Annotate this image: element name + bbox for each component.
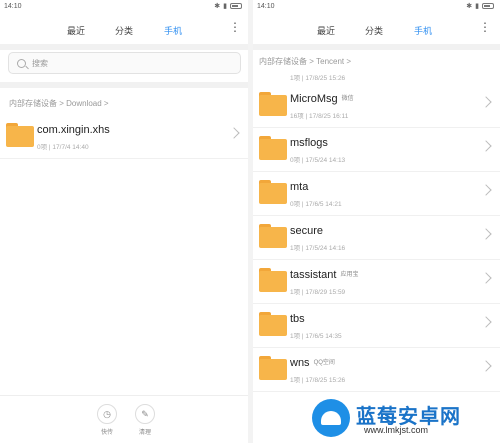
more-menu-icon[interactable]: ⋮ (479, 21, 491, 33)
folder-icon (259, 356, 287, 380)
left-screen: 14:10 ✱ ▮ 最近 分类 手机 ⋮ 搜索 内部存储设备 > Downloa… (0, 0, 248, 443)
tab-phone[interactable]: 手机 (164, 24, 182, 37)
more-menu-icon[interactable]: ⋮ (229, 21, 241, 33)
chevron-right-icon (228, 127, 240, 139)
item-meta: 0项 | 17/6/5 14:21 (290, 201, 342, 208)
folder-icon (259, 312, 287, 336)
folder-icon (259, 180, 287, 204)
item-name: MicroMsg 微信 (290, 93, 354, 105)
chevron-right-icon (480, 184, 492, 196)
signal-icon: ▮ (475, 3, 479, 10)
partial-item-meta: 1项 | 17/8/25 15:26 (290, 75, 346, 82)
list-item[interactable]: tassistant 应用宝 1项 | 17/8/29 15:59 (253, 260, 500, 304)
item-name: tbs (290, 313, 305, 325)
bluetooth-icon: ✱ (214, 3, 221, 10)
status-bar: 14:10 ✱ ▮ (0, 0, 248, 14)
battery-icon (482, 3, 494, 9)
clock-icon: ◷ (97, 404, 117, 424)
item-name: mta (290, 181, 309, 193)
chevron-right-icon (480, 272, 492, 284)
chevron-right-icon (480, 140, 492, 152)
clean-button[interactable]: ✎ 清理 (130, 404, 160, 436)
list-item[interactable]: msflogs 0项 | 17/5/24 14:13 (253, 128, 500, 172)
item-name: com.xingin.xhs (37, 124, 110, 136)
action-label: 快传 (100, 430, 113, 436)
folder-icon (6, 123, 34, 147)
system-icons: ✱ ▮ (466, 2, 494, 10)
item-meta: 16项 | 17/8/25 16:11 (290, 113, 349, 120)
item-meta: 1项 | 17/8/29 15:59 (290, 289, 346, 296)
item-name: secure (290, 225, 324, 237)
tab-category[interactable]: 分类 (365, 24, 383, 37)
chevron-right-icon (480, 96, 492, 108)
item-tag: QQ空间 (313, 360, 335, 366)
top-tabs: 最近 分类 手机 ⋮ (253, 14, 500, 44)
tab-recent[interactable]: 最近 (67, 24, 85, 37)
search-placeholder: 搜索 (32, 58, 48, 68)
folder-icon (259, 268, 287, 292)
folder-icon (259, 224, 287, 248)
item-meta: 0项 | 17/5/24 14:13 (290, 157, 346, 164)
system-icons: ✱ ▮ (214, 2, 242, 10)
tab-phone[interactable]: 手机 (414, 24, 432, 37)
item-meta: 1项 | 17/8/25 15:26 (290, 377, 346, 384)
item-meta: 1项 | 17/6/5 14:35 (290, 333, 342, 340)
search-input[interactable]: 搜索 (8, 52, 241, 74)
item-meta: 0项 | 17/7/4 14:40 (37, 144, 89, 151)
bottom-actions: ◷ 快传 ✎ 清理 (0, 395, 248, 443)
chevron-right-icon (480, 316, 492, 328)
right-screen: 14:10 ✱ ▮ 最近 分类 手机 ⋮ 内部存储设备 > Tencent > … (253, 0, 500, 443)
folder-icon (259, 92, 287, 116)
list-item[interactable]: tbs 1项 | 17/6/5 14:35 (253, 304, 500, 348)
status-bar: 14:10 ✱ ▮ (253, 0, 500, 14)
item-name: wns QQ空间 (290, 357, 335, 369)
list-item[interactable]: secure 1项 | 17/5/24 14:16 (253, 216, 500, 260)
tab-recent[interactable]: 最近 (317, 24, 335, 37)
tab-category[interactable]: 分类 (115, 24, 133, 37)
battery-icon (230, 3, 242, 9)
divider (0, 44, 248, 50)
item-meta: 1项 | 17/5/24 14:16 (290, 245, 346, 252)
status-time: 14:10 (257, 3, 275, 10)
chevron-right-icon (480, 228, 492, 240)
list-item[interactable]: mta 0项 | 17/6/5 14:21 (253, 172, 500, 216)
item-name: tassistant 应用宝 (290, 269, 359, 281)
status-time: 14:10 (4, 3, 22, 10)
breadcrumb[interactable]: 内部存储设备 > Tencent > (259, 56, 351, 67)
item-tag: 应用宝 (340, 272, 359, 278)
list-item[interactable]: com.xingin.xhs 0项 | 17/7/4 14:40 (0, 115, 248, 159)
signal-icon: ▮ (223, 3, 227, 10)
breadcrumb[interactable]: 内部存储设备 > Download > (9, 98, 109, 109)
top-tabs: 最近 分类 手机 ⋮ (0, 14, 248, 44)
list-item[interactable]: wns QQ空间 1项 | 17/8/25 15:26 (253, 348, 500, 392)
quick-transfer-button[interactable]: ◷ 快传 (92, 404, 122, 436)
android-logo-icon (312, 399, 350, 437)
chevron-right-icon (480, 360, 492, 372)
item-name: msflogs (290, 137, 328, 149)
search-icon (17, 58, 26, 68)
broom-icon: ✎ (135, 404, 155, 424)
watermark-url: www.lmkjst.com (364, 425, 429, 435)
folder-icon (259, 136, 287, 160)
divider (0, 82, 248, 88)
item-tag: 微信 (341, 96, 354, 102)
list-item[interactable]: MicroMsg 微信 16项 | 17/8/25 16:11 (253, 84, 500, 128)
divider (253, 44, 500, 50)
watermark: 蓝莓安卓网 www.lmkjst.com (308, 397, 498, 441)
action-label: 清理 (138, 430, 151, 436)
bluetooth-icon: ✱ (466, 3, 473, 10)
